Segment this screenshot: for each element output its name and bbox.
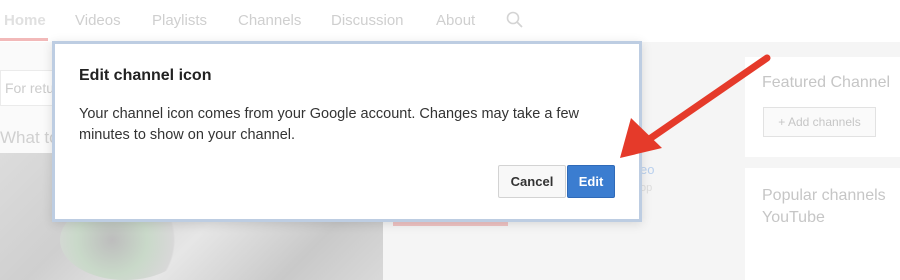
tab-videos[interactable]: Videos [75,12,121,29]
add-channels-button[interactable]: + Add channels [763,107,876,137]
tab-channels[interactable]: Channels [238,12,301,29]
dialog-body-text: Your channel icon comes from your Google… [79,106,579,143]
video-link-fragment[interactable]: eo [640,162,654,177]
tab-home[interactable]: Home [4,12,46,29]
active-tab-indicator [0,38,48,41]
dialog-title: Edit channel icon [79,67,212,84]
popular-channels-title-line1: Popular channels [762,187,886,204]
progress-bar [393,222,508,226]
edit-channel-icon-dialog: Edit channel icon Your channel icon come… [52,41,642,222]
channel-trailer-input-text: For retu [5,80,55,96]
channel-tab-bar: Home Videos Playlists Channels Discussio… [0,0,900,42]
section-heading: What to [0,128,59,147]
featured-channels-title: Featured Channel [762,74,891,91]
tab-about[interactable]: About [436,12,475,29]
search-icon[interactable] [506,11,524,29]
popular-channels-title-line2: YouTube [762,209,825,226]
tab-playlists[interactable]: Playlists [152,12,207,29]
cancel-button[interactable]: Cancel [498,165,566,198]
tab-discussion[interactable]: Discussion [331,12,404,29]
edit-button[interactable]: Edit [567,165,615,198]
